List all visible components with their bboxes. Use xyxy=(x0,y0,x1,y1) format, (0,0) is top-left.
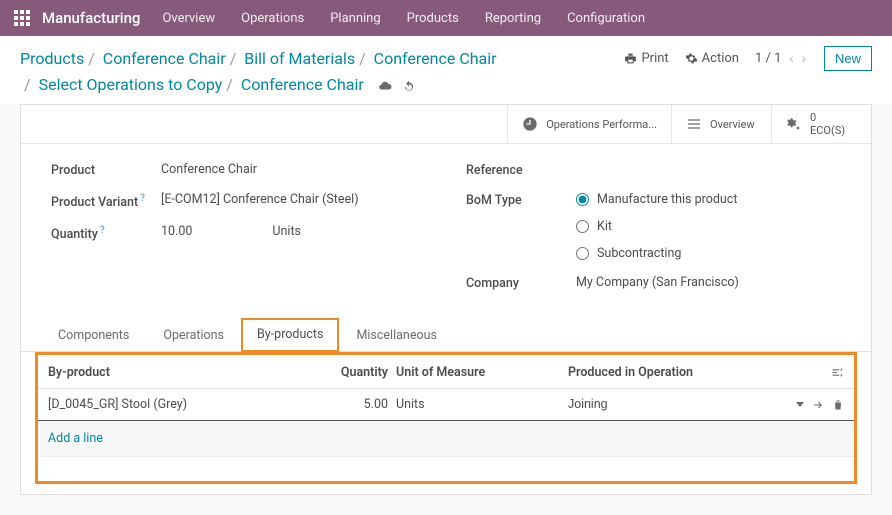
cell-qty[interactable]: 5.00 xyxy=(328,397,388,412)
value-quantity[interactable]: 10.00 xyxy=(161,224,192,239)
action-label: Action xyxy=(702,51,739,66)
label-reference: Reference xyxy=(466,162,576,178)
cell-operation[interactable] xyxy=(568,397,796,412)
clock-icon xyxy=(522,116,538,132)
label-bom-type: BoM Type xyxy=(466,192,576,208)
add-line[interactable]: Add a line xyxy=(38,421,854,457)
cell-product[interactable]: [D_0045_GR] Stool (Grey) xyxy=(48,397,328,412)
undo-icon[interactable] xyxy=(402,79,416,93)
breadcrumb: Products/ Conference Chair/ Bill of Mate… xyxy=(20,46,497,98)
print-icon xyxy=(624,52,637,65)
apps-icon[interactable] xyxy=(14,10,30,26)
pager: 1 / 1 ‹ › xyxy=(755,50,808,67)
dropdown-caret-icon[interactable] xyxy=(796,402,804,407)
print-label: Print xyxy=(641,51,668,66)
byproducts-table: By-product Quantity Unit of Measure Prod… xyxy=(35,352,857,484)
stat-overview-label: Overview xyxy=(710,118,755,131)
crumb-conference-chair-2[interactable]: Conference Chair xyxy=(374,49,497,68)
table-row[interactable]: [D_0045_GR] Stool (Grey) 5.00 Units xyxy=(38,389,854,421)
header-uom: Unit of Measure xyxy=(388,365,568,380)
brand[interactable]: Manufacturing xyxy=(42,9,140,27)
header-quantity: Quantity xyxy=(328,365,388,380)
pager-next[interactable]: › xyxy=(799,50,808,66)
blank-area xyxy=(38,457,854,481)
gear-icon xyxy=(685,52,698,65)
list-icon xyxy=(686,116,702,132)
nav-operations[interactable]: Operations xyxy=(241,11,304,26)
tab-by-products[interactable]: By-products xyxy=(241,318,339,352)
pager-prev[interactable]: ‹ xyxy=(787,50,796,66)
adjust-icon[interactable] xyxy=(831,366,844,379)
stat-ops-label: Operations Performa... xyxy=(546,118,657,131)
value-product[interactable]: Conference Chair xyxy=(161,162,257,177)
crumb-products[interactable]: Products xyxy=(20,49,84,68)
new-button[interactable]: New xyxy=(824,46,872,71)
nav-products[interactable]: Products xyxy=(407,11,459,26)
nav-planning[interactable]: Planning xyxy=(330,11,380,26)
nav-reporting[interactable]: Reporting xyxy=(485,11,541,26)
breadcrumb-actions: Print Action 1 / 1 ‹ › New xyxy=(624,46,872,71)
header-operation: Produced in Operation xyxy=(568,365,784,380)
stat-eco-count: 0 xyxy=(810,111,816,124)
form-sheet: Operations Performa... Overview 0ECO(S) … xyxy=(20,104,872,495)
crumb-conference-chair-3[interactable]: Conference Chair xyxy=(241,75,364,94)
stat-eco-label: ECO(S) xyxy=(810,124,845,137)
top-nav: Manufacturing Overview Operations Planni… xyxy=(0,0,892,36)
cell-uom[interactable]: Units xyxy=(388,397,568,412)
tab-operations[interactable]: Operations xyxy=(146,318,241,352)
crumb-bom[interactable]: Bill of Materials xyxy=(244,49,355,68)
stat-operations-performance[interactable]: Operations Performa... xyxy=(507,105,671,143)
tabs: Components Operations By-products Miscel… xyxy=(21,317,871,352)
label-quantity: Quantity? xyxy=(51,224,161,242)
nav-configuration[interactable]: Configuration xyxy=(567,11,645,26)
bom-type-radio-group: Manufacture this product Kit Subcontract… xyxy=(576,192,737,261)
tab-components[interactable]: Components xyxy=(41,318,146,352)
breadcrumb-bar: Products/ Conference Chair/ Bill of Mate… xyxy=(0,36,892,104)
label-variant: Product Variant? xyxy=(51,192,161,210)
value-quantity-uom[interactable]: Units xyxy=(272,224,301,239)
radio-kit[interactable]: Kit xyxy=(576,219,737,234)
stat-buttons: Operations Performa... Overview 0ECO(S) xyxy=(21,105,871,144)
value-variant[interactable]: [E-COM12] Conference Chair (Steel) xyxy=(161,192,359,207)
value-company[interactable]: My Company (San Francisco) xyxy=(576,275,739,290)
label-company: Company xyxy=(466,275,576,291)
tab-miscellaneous[interactable]: Miscellaneous xyxy=(339,318,453,352)
nav-overview[interactable]: Overview xyxy=(162,11,215,26)
radio-subcontracting[interactable]: Subcontracting xyxy=(576,246,737,261)
header-byproduct: By-product xyxy=(48,365,328,380)
gears-icon xyxy=(786,116,802,132)
action-button[interactable]: Action xyxy=(685,51,739,66)
form-body: Product Conference Chair Product Variant… xyxy=(21,144,871,313)
radio-manufacture[interactable]: Manufacture this product xyxy=(576,192,737,207)
arrow-right-icon[interactable] xyxy=(812,399,824,411)
stat-overview[interactable]: Overview xyxy=(671,105,771,143)
crumb-select-ops[interactable]: Select Operations to Copy xyxy=(39,75,223,94)
crumb-conference-chair-1[interactable]: Conference Chair xyxy=(103,49,226,68)
trash-icon[interactable] xyxy=(832,399,844,411)
pager-text: 1 / 1 xyxy=(755,51,781,66)
operation-input[interactable] xyxy=(568,397,708,411)
stat-ecos[interactable]: 0ECO(S) xyxy=(771,105,871,143)
cloud-icon[interactable] xyxy=(378,79,392,93)
table-header: By-product Quantity Unit of Measure Prod… xyxy=(38,355,854,389)
label-product: Product xyxy=(51,162,161,178)
print-button[interactable]: Print xyxy=(624,51,668,66)
